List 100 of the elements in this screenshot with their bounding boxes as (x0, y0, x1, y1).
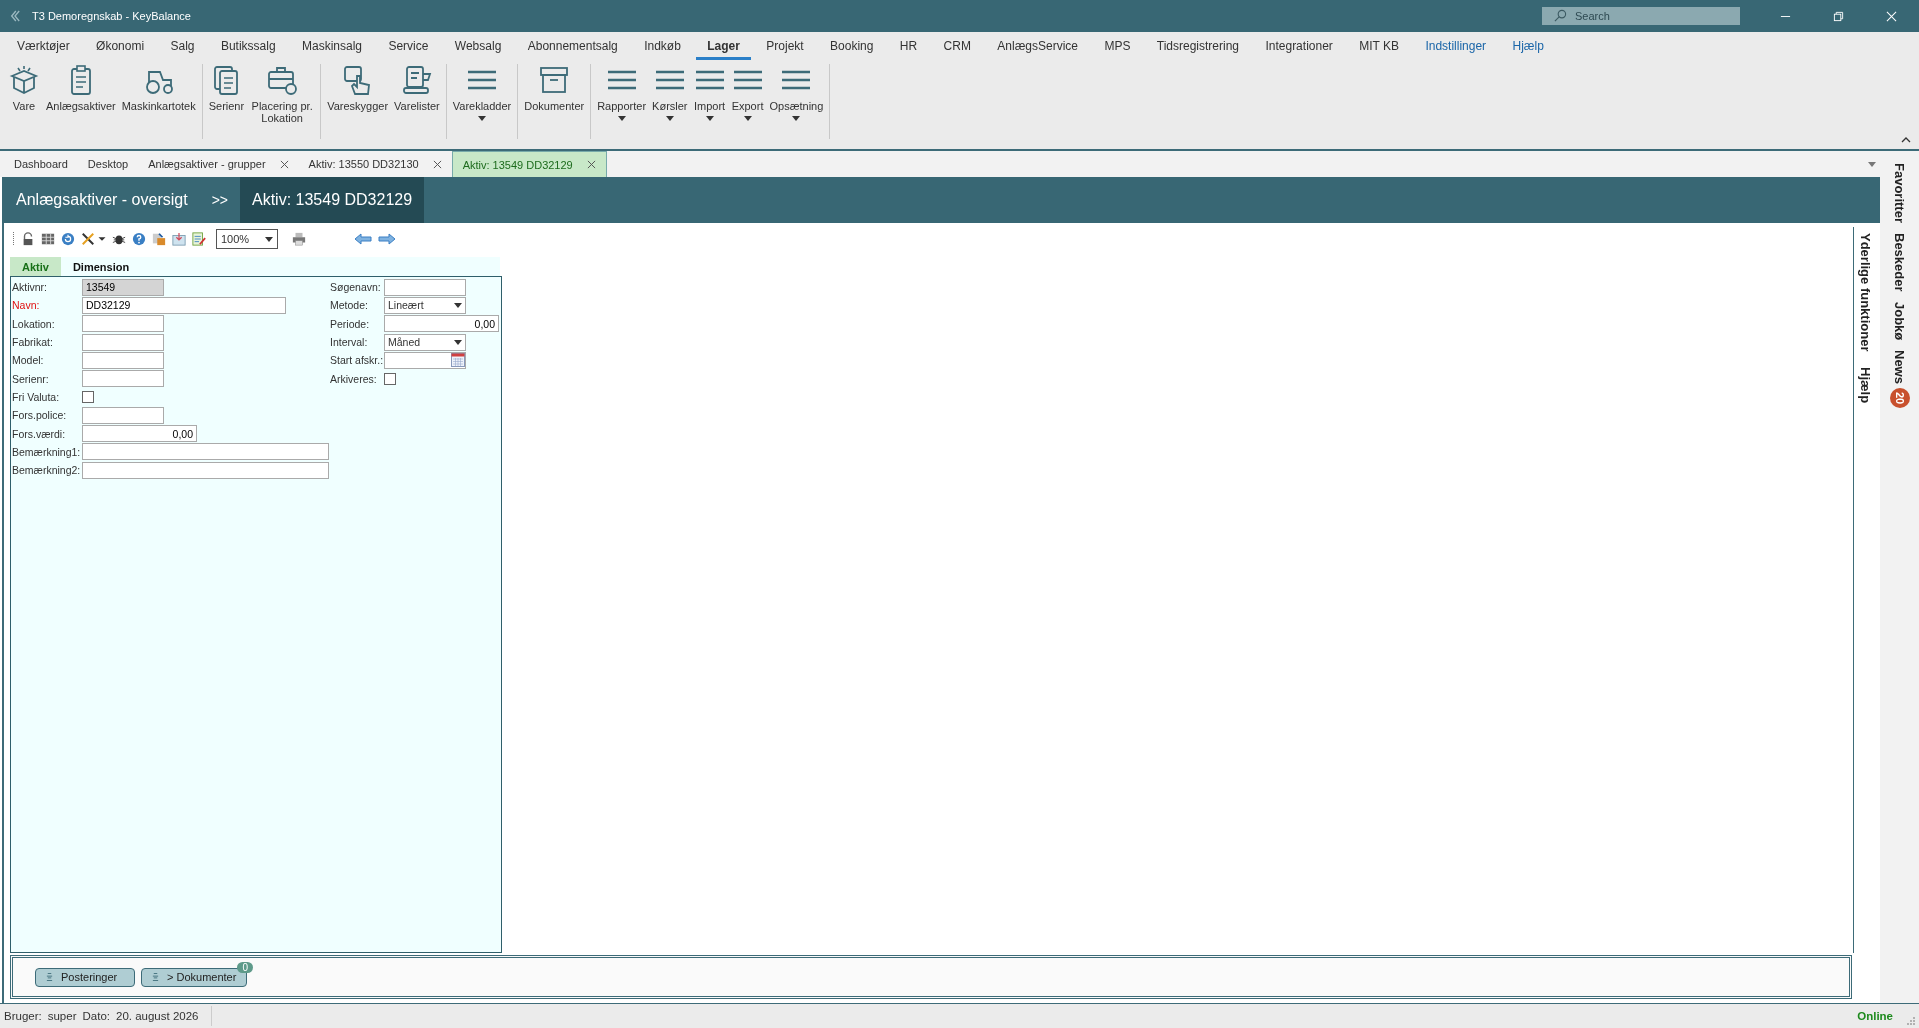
stamp-icon[interactable] (152, 232, 166, 246)
breadcrumb-current: Aktiv: 13549 DD32129 (240, 177, 425, 223)
input-field[interactable] (82, 315, 164, 333)
menu-tab[interactable]: MPS (1093, 32, 1142, 60)
menu-tab[interactable]: Maskinsalg (291, 32, 374, 60)
menu-tab[interactable]: Indstillinger (1414, 32, 1498, 60)
inbox-icon[interactable] (172, 232, 186, 246)
date-field[interactable] (384, 351, 466, 369)
refresh-icon[interactable] (61, 232, 75, 246)
menu-tab[interactable]: CRM (932, 32, 982, 60)
menu-tab[interactable]: Integrationer (1254, 32, 1344, 60)
menu-tab[interactable]: Projekt (755, 32, 815, 60)
ribbon-button[interactable]: Dokumenter (521, 64, 588, 112)
side-panel-tab[interactable]: Hjælp (1857, 367, 1873, 404)
menu-tab[interactable]: Salg (159, 32, 206, 60)
input-field[interactable] (82, 351, 164, 369)
ribbon-button[interactable]: Vareskygger (324, 64, 392, 112)
menu-tab[interactable]: Værktøjer (6, 32, 81, 60)
close-icon[interactable] (586, 160, 596, 169)
menu-tab[interactable]: Abonnementsalg (516, 32, 629, 60)
edit-icon[interactable] (192, 232, 206, 246)
dropdown-field[interactable]: Måned (384, 333, 466, 351)
checkbox[interactable] (384, 372, 396, 385)
form-tab[interactable]: Dimension (60, 257, 142, 276)
input-field[interactable]: 0,00 (82, 425, 197, 442)
sidebar-tab[interactable]: Jobkø (1892, 301, 1907, 340)
document-tab[interactable]: Dashboard (4, 151, 78, 177)
form-tab[interactable]: Aktiv (10, 257, 61, 276)
menu-tab[interactable]: Service (377, 32, 440, 60)
menu-tab[interactable]: Tidsregistrering (1145, 32, 1251, 60)
input-field[interactable] (82, 333, 164, 351)
printer-icon[interactable] (292, 232, 306, 246)
app-logo-icon (10, 10, 20, 22)
help-icon[interactable] (132, 232, 146, 246)
calendar-icon[interactable] (451, 353, 465, 368)
collapse-icon[interactable] (1901, 137, 1911, 143)
resize-grip-icon[interactable] (1907, 1017, 1915, 1025)
ribbon-button[interactable]: Rapporter (594, 64, 650, 121)
menu-tab[interactable]: Websalg (443, 32, 513, 60)
menu-tab[interactable]: MIT KB (1348, 32, 1410, 60)
menu-tab[interactable]: Hjælp (1501, 32, 1555, 60)
breadcrumb-link[interactable]: Anlægsaktiver - oversigt (2, 177, 188, 223)
field-label: Start afskr.: (330, 354, 384, 367)
document-tab[interactable]: Aktiv: 13549 DD32129 (451, 151, 607, 177)
ribbon-button[interactable]: Vare (5, 64, 43, 112)
sidebar-tab[interactable]: Favoritter (1892, 163, 1907, 223)
action-button[interactable]: Posteringer (35, 967, 135, 987)
field-label: Fors.police: (12, 409, 68, 422)
ribbon-button[interactable]: Import (690, 64, 729, 121)
ribbon-button[interactable]: Export (728, 64, 767, 121)
sidebar-tab[interactable]: News (1892, 349, 1907, 384)
tools-icon[interactable] (81, 232, 95, 246)
ribbon-button[interactable]: Varekladder (449, 64, 515, 121)
caret-icon (454, 339, 462, 345)
ribbon-button[interactable]: Opsætning (766, 64, 827, 121)
checkbox[interactable] (82, 390, 94, 403)
input-field[interactable] (82, 443, 329, 461)
dropdown-field[interactable]: Lineært (384, 296, 466, 314)
zoom-select[interactable]: 100% (216, 229, 278, 249)
document-tab[interactable]: Desktop (77, 151, 139, 177)
caret-icon (743, 116, 752, 121)
menu-tab[interactable]: Lager (696, 32, 751, 60)
input-field[interactable] (384, 278, 466, 296)
input-field[interactable]: 13549 (82, 278, 164, 296)
arrow-left-icon[interactable] (354, 233, 372, 245)
field-label: Navn: (12, 299, 41, 312)
restore-icon[interactable] (1833, 10, 1844, 22)
input-field[interactable] (82, 461, 329, 479)
sidebar-tab[interactable]: Beskeder (1892, 232, 1907, 292)
menu-tab[interactable]: Økonomi (85, 32, 156, 60)
arrow-right-icon[interactable] (378, 233, 396, 245)
close-icon[interactable] (279, 159, 289, 169)
ribbon-button[interactable]: Varelister (391, 64, 443, 112)
input-field[interactable]: DD32129 (82, 296, 286, 314)
ribbon-button[interactable]: Placering pr. Lokation (247, 64, 318, 124)
count-badge: 0 (237, 961, 253, 973)
close-icon[interactable] (432, 159, 442, 169)
menu-tab[interactable]: AnlægsService (986, 32, 1089, 60)
user-label: Bruger: (4, 1010, 42, 1022)
ribbon-button[interactable]: Kørsler (649, 64, 691, 121)
menu-tab[interactable]: Booking (819, 32, 885, 60)
input-field[interactable] (82, 370, 164, 388)
document-tab[interactable]: Aktiv: 13550 DD32130 (298, 151, 452, 177)
lock-icon[interactable] (21, 232, 35, 246)
caret-icon (478, 116, 486, 121)
input-field[interactable] (82, 406, 164, 424)
menu-tab[interactable]: Butikssalg (209, 32, 287, 60)
search-field[interactable]: Search (1542, 7, 1740, 25)
ribbon-button[interactable]: Serienr (205, 64, 248, 112)
input-field[interactable]: 0,00 (384, 315, 499, 333)
ribbon-button[interactable]: Anlægsaktiver (43, 64, 119, 112)
briefcase-icon (266, 64, 299, 96)
field-label: Serienr: (12, 372, 50, 385)
columns-icon[interactable] (41, 232, 55, 246)
side-panel-tab[interactable]: Yderlige funktioner (1857, 233, 1873, 352)
ribbon-button[interactable]: Maskinkartotek (118, 64, 199, 112)
menu-tab[interactable]: HR (888, 32, 929, 60)
archive-box-icon (538, 64, 571, 96)
menu-tab[interactable]: Indkøb (633, 32, 692, 60)
document-tab[interactable]: Anlægsaktiver - grupper (138, 151, 299, 177)
